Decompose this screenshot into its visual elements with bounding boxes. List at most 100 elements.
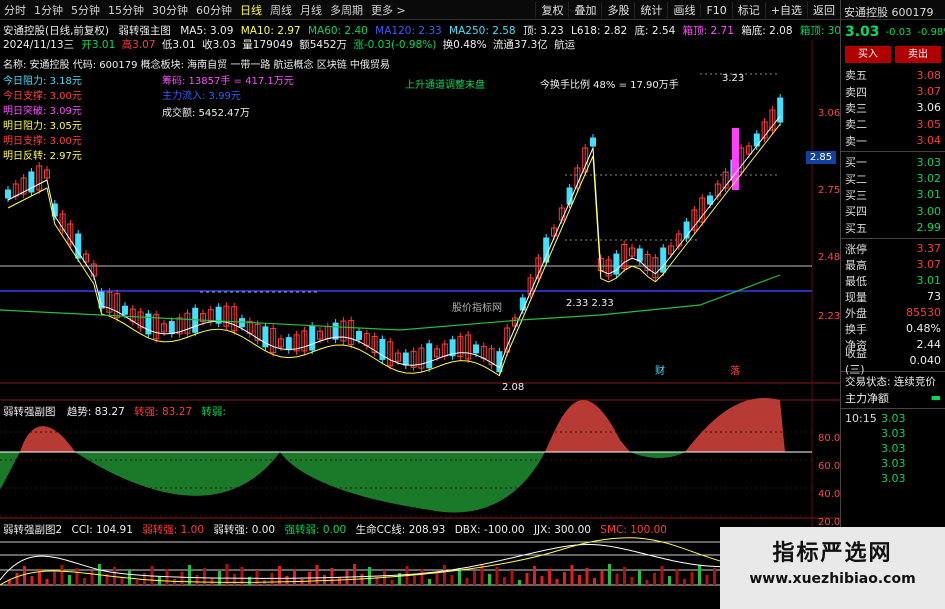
- orderbook-row: 买一 3.03: [841, 154, 945, 170]
- multi-stock-button[interactable]: 多股: [601, 2, 634, 18]
- mark-button[interactable]: 标记: [731, 2, 765, 18]
- sub2-bar: [570, 565, 574, 585]
- orderbook-row: 买三 3.01: [841, 187, 945, 203]
- level-row: 明日阻力: 3.05元: [3, 117, 82, 132]
- candle-body: [590, 137, 596, 147]
- sub2-bar: [698, 565, 701, 585]
- sub1-weak: 转弱:: [201, 406, 226, 418]
- sub2-bar: [593, 578, 596, 585]
- sub2-title: 弱转强副图2: [3, 524, 63, 536]
- sub2-bar: [578, 575, 581, 585]
- row-key: 涨停: [845, 242, 867, 256]
- main-net-text: 主力净额: [845, 391, 889, 405]
- tab-daily[interactable]: 日线: [236, 2, 266, 18]
- l618-value: L618: 2.82: [571, 25, 628, 37]
- tab-monthly[interactable]: 月线: [296, 2, 326, 18]
- tab-5min[interactable]: 5分钟: [67, 2, 104, 18]
- row-value: 3.00: [916, 204, 942, 218]
- level-value: 3.00元: [49, 136, 82, 147]
- high-value: 高3.07: [121, 39, 156, 51]
- quote-price-row: 3.03 -0.03 -0.98%: [841, 20, 945, 44]
- sub1-header: 弱转强副图 趋势: 83.27 转强: 83.27 转弱:: [3, 404, 226, 419]
- sub2-bar: [623, 567, 626, 585]
- sub2-bar: [428, 579, 431, 585]
- row-key: 收益(三): [845, 346, 867, 376]
- orderbook-row: 收益(三) 0.040: [841, 347, 945, 376]
- price-axis-2-23: 2.23: [818, 311, 841, 322]
- orderbook-row: 外盘 85530: [841, 305, 945, 321]
- candle-body: [636, 248, 643, 262]
- orderbook-divider: [841, 150, 945, 152]
- row-key: 买四: [845, 205, 867, 219]
- level-value: 3.00元: [49, 91, 82, 102]
- sub2-bar: [443, 565, 446, 585]
- tab-60min[interactable]: 60分钟: [192, 2, 236, 18]
- candle-body: [426, 343, 433, 369]
- strong-area: [685, 398, 785, 452]
- level-label: 明日反转:: [3, 151, 47, 162]
- orderbook-row: 买五 2.99: [841, 220, 945, 236]
- tab-fenshi[interactable]: 分时: [0, 2, 30, 18]
- buy-button[interactable]: 买入: [845, 46, 891, 63]
- sub2-bar: [293, 569, 296, 585]
- sub2-bar: [413, 576, 416, 585]
- f10-button[interactable]: F10: [700, 3, 731, 17]
- row-value: 3.08: [916, 68, 942, 82]
- current-price: 3.03: [845, 24, 880, 40]
- sell-button[interactable]: 卖出: [895, 46, 941, 63]
- tab-15min[interactable]: 15分钟: [104, 2, 148, 18]
- ma10-value: MA10: 2.97: [240, 25, 301, 37]
- strong-area: [545, 400, 630, 452]
- tab-weekly[interactable]: 周线: [266, 2, 296, 18]
- back-button[interactable]: 返回: [807, 2, 840, 18]
- tab-1min[interactable]: 1分钟: [30, 2, 67, 18]
- tab-more[interactable]: 更多 >: [367, 2, 410, 18]
- row-key: 卖五: [845, 69, 867, 83]
- statistics-button[interactable]: 统计: [634, 2, 667, 18]
- sub2-bar: [23, 566, 26, 585]
- sub2-bar: [315, 565, 319, 585]
- level-label: 明日阻力:: [3, 121, 47, 132]
- sub2-bar: [683, 579, 686, 585]
- add-watchlist-button[interactable]: +自选: [764, 2, 807, 18]
- trade-row: 3.03: [841, 441, 945, 456]
- sub2-bar: [353, 564, 356, 585]
- ma120-value: MA120: 2.33: [375, 25, 442, 37]
- sub2-bar: [488, 574, 491, 585]
- draw-line-button[interactable]: 画线: [667, 2, 700, 18]
- bottom-value: 底: 2.54: [634, 25, 676, 37]
- row-value: 0.040: [909, 354, 942, 368]
- restore-weight-button[interactable]: 复权: [535, 2, 568, 18]
- candle-body: [285, 337, 292, 351]
- sub2-bar: [308, 572, 311, 585]
- orderbook-row: 卖二 3.05: [841, 116, 945, 132]
- ma250-value: MA250: 2.58: [449, 25, 516, 37]
- row-key: 最低: [845, 274, 867, 288]
- level-label: 今日支撑:: [3, 91, 47, 102]
- sub2-weak2: 弱转强: 0.00: [213, 524, 276, 536]
- overlay-button[interactable]: 叠加: [568, 2, 601, 18]
- price-change-pct: -0.98%: [917, 26, 945, 38]
- kline-chart-svg[interactable]: [0, 20, 840, 609]
- row-value: 3.06: [916, 101, 942, 115]
- sub2-bar: [653, 573, 656, 585]
- sub2-bar: [668, 576, 671, 585]
- sub2-weak: 弱转强: 1.00: [142, 524, 205, 536]
- sub2-bar: [563, 572, 566, 585]
- sub2-bar: [338, 578, 341, 585]
- main-net-label: 主力净额 ▬: [845, 391, 941, 405]
- quote-panel: 安通控股 600179 3.03 -0.03 -0.98% 买入 卖出 卖五 3.…: [840, 0, 945, 609]
- chart-area[interactable]: 安通控股(日线,前复权) 弱转强主图 MA5: 3.09 MA10: 2.97 …: [0, 20, 858, 609]
- row-key: 买五: [845, 221, 867, 235]
- sub2-bar: [120, 577, 124, 585]
- sub2-header: 弱转强副图2 CCI: 104.91 弱转强: 1.00 弱转强: 0.00 强…: [3, 522, 667, 537]
- tab-30min[interactable]: 30分钟: [148, 2, 192, 18]
- sub2-bar: [173, 579, 176, 585]
- timeframe-toolbar: 分时 1分钟 5分钟 15分钟 30分钟 60分钟 日线 周线 月线 多周期 更…: [0, 0, 945, 20]
- turnover-value: 换0.48%: [442, 39, 487, 51]
- sub2-bar: [68, 575, 71, 585]
- weak-area: [630, 452, 685, 458]
- orderbook-row: 卖五 3.08: [841, 67, 945, 83]
- tab-multi-period[interactable]: 多周期: [326, 2, 367, 18]
- stock-title: 安通控股(日线,前复权): [3, 25, 110, 37]
